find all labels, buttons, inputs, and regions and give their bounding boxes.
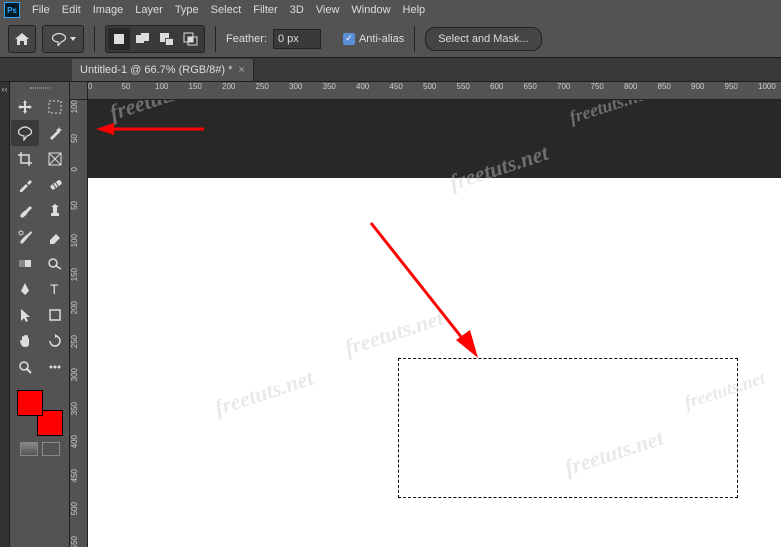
- ruler-vertical[interactable]: 10050050100150200250300350400450500550: [70, 100, 88, 547]
- antialias-label: Anti-alias: [359, 33, 404, 45]
- zoom-tool[interactable]: [11, 354, 39, 380]
- divider: [414, 26, 415, 52]
- divider: [94, 26, 95, 52]
- dodge-tool[interactable]: [41, 250, 69, 276]
- crop-tool[interactable]: [11, 146, 39, 172]
- standard-mode-button[interactable]: [20, 442, 38, 456]
- marquee-tool[interactable]: [41, 94, 69, 120]
- pen-tool[interactable]: [11, 276, 39, 302]
- menu-view[interactable]: View: [310, 4, 346, 16]
- ps-logo-icon: Ps: [4, 2, 20, 18]
- menu-file[interactable]: File: [26, 4, 56, 16]
- select-and-mask-button[interactable]: Select and Mask...: [425, 27, 542, 51]
- eyedropper-tool[interactable]: [11, 172, 39, 198]
- healing-tool[interactable]: [41, 172, 69, 198]
- selection-mode-group: [105, 25, 205, 53]
- rotate-view-tool[interactable]: [41, 328, 69, 354]
- gradient-tool[interactable]: [11, 250, 39, 276]
- type-tool[interactable]: T: [41, 276, 69, 302]
- options-bar: Feather: ✓ Anti-alias Select and Mask...: [0, 20, 781, 58]
- check-icon: ✓: [343, 33, 355, 45]
- feather-input[interactable]: [273, 29, 321, 49]
- selection-new-button[interactable]: [108, 28, 130, 50]
- lasso-tool[interactable]: [11, 120, 39, 146]
- shape-tool[interactable]: [41, 302, 69, 328]
- eraser-tool[interactable]: [41, 224, 69, 250]
- canvas-area: 0501001502002503003504004505005506006507…: [70, 82, 781, 547]
- ruler-origin[interactable]: [70, 82, 88, 100]
- menu-filter[interactable]: Filter: [247, 4, 283, 16]
- marquee-selection: [398, 358, 738, 498]
- frame-tool[interactable]: [41, 146, 69, 172]
- menu-type[interactable]: Type: [169, 4, 205, 16]
- color-swatches: [17, 390, 63, 436]
- selection-add-button[interactable]: [132, 28, 154, 50]
- menu-bar: Ps File Edit Image Layer Type Select Fil…: [0, 0, 781, 20]
- menu-help[interactable]: Help: [397, 4, 432, 16]
- menu-select[interactable]: Select: [205, 4, 248, 16]
- quickmask-mode-button[interactable]: [42, 442, 60, 456]
- foreground-color-swatch[interactable]: [17, 390, 43, 416]
- svg-text:T: T: [50, 281, 59, 297]
- menu-image[interactable]: Image: [87, 4, 130, 16]
- lasso-icon: [50, 32, 68, 46]
- home-button[interactable]: [8, 25, 36, 53]
- menu-window[interactable]: Window: [345, 4, 396, 16]
- selection-intersect-button[interactable]: [180, 28, 202, 50]
- ruler-horizontal[interactable]: 0501001502002503003504004505005506006507…: [88, 82, 781, 100]
- main-area: ‹‹ T: [0, 82, 781, 547]
- path-select-tool[interactable]: [11, 302, 39, 328]
- history-brush-tool[interactable]: [11, 224, 39, 250]
- more-tools[interactable]: [41, 354, 69, 380]
- hand-tool[interactable]: [11, 328, 39, 354]
- menu-3d[interactable]: 3D: [284, 4, 310, 16]
- document-tabbar: Untitled-1 @ 66.7% (RGB/8#) * ×: [0, 58, 781, 82]
- menu-edit[interactable]: Edit: [56, 4, 87, 16]
- annotation-arrow-2: [366, 218, 486, 363]
- divider: [215, 26, 216, 52]
- document-tab[interactable]: Untitled-1 @ 66.7% (RGB/8#) * ×: [72, 59, 254, 81]
- selection-subtract-button[interactable]: [156, 28, 178, 50]
- magic-wand-tool[interactable]: [41, 120, 69, 146]
- toolbox: T: [10, 82, 70, 547]
- toolbox-collapse-handle[interactable]: ‹‹: [0, 82, 10, 547]
- tool-preset-button[interactable]: [42, 25, 84, 53]
- toolbox-grip[interactable]: [10, 84, 69, 92]
- annotation-arrow-1: [96, 120, 206, 140]
- chevron-down-icon: [70, 37, 76, 41]
- menu-layer[interactable]: Layer: [129, 4, 169, 16]
- edit-mode-group: [10, 442, 69, 456]
- canvas-viewport[interactable]: freetuts.net freetuts.net freetuts.net f…: [88, 100, 781, 547]
- feather-label: Feather:: [226, 33, 267, 45]
- clone-stamp-tool[interactable]: [41, 198, 69, 224]
- tab-title: Untitled-1 @ 66.7% (RGB/8#) *: [80, 64, 232, 76]
- antialias-checkbox[interactable]: ✓ Anti-alias: [343, 33, 404, 45]
- close-icon[interactable]: ×: [238, 64, 244, 76]
- move-tool[interactable]: [11, 94, 39, 120]
- home-icon: [14, 32, 30, 46]
- brush-tool[interactable]: [11, 198, 39, 224]
